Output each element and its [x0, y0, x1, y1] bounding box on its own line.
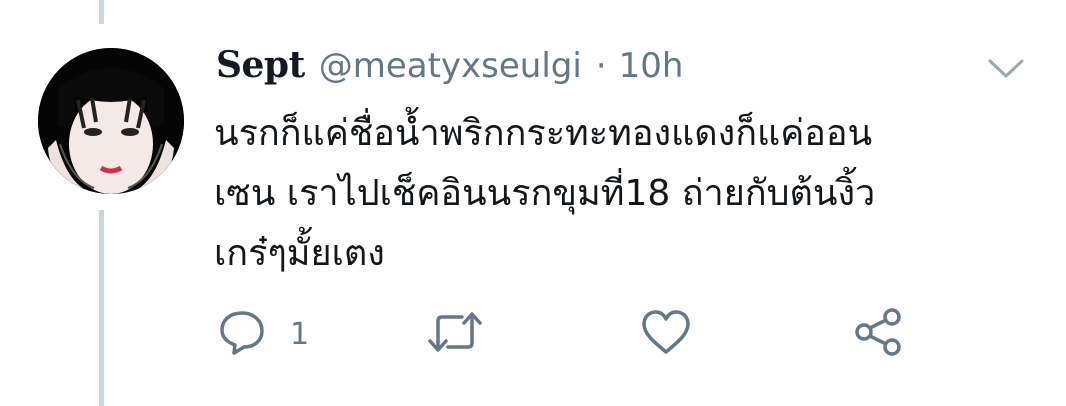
- separator-dot: ·: [595, 46, 607, 86]
- tweet-text-line: เกร๋ๆมั้ยเตง: [214, 233, 385, 274]
- like-button[interactable]: [640, 306, 692, 362]
- display-name[interactable]: Sept: [216, 44, 305, 86]
- avatar[interactable]: [38, 48, 184, 194]
- timestamp[interactable]: 10h: [619, 46, 684, 86]
- heart-icon[interactable]: [640, 308, 692, 360]
- tweet-text-line: เซน เราไปเช็คอินนรกขุมที่18 ถ่ายกับต้นงิ…: [214, 173, 876, 214]
- tweet-text: นรกก็แค่ชื่อน้ำพริกกระทะทองแดงก็แค่ออน เ…: [214, 104, 1054, 284]
- reply-icon[interactable]: [218, 309, 266, 359]
- retweet-icon[interactable]: [426, 309, 484, 359]
- user-handle[interactable]: @meatyxseulgi: [319, 46, 582, 86]
- share-button[interactable]: [852, 306, 904, 362]
- reply-count: 1: [290, 316, 310, 352]
- share-icon[interactable]: [852, 307, 904, 361]
- chevron-down-icon[interactable]: [986, 56, 1026, 82]
- thread-line-top: [99, 0, 104, 24]
- tweet-actions: 1: [0, 306, 1066, 366]
- reply-button[interactable]: 1: [218, 306, 309, 362]
- tweet-header: Sept @meatyxseulgi · 10h: [216, 44, 683, 94]
- tweet-card[interactable]: Sept @meatyxseulgi · 10h นรกก็แค่ชื่อน้ำ…: [0, 0, 1066, 406]
- tweet-text-line: นรกก็แค่ชื่อน้ำพริกกระทะทองแดงก็แค่ออน: [214, 113, 873, 154]
- retweet-button[interactable]: [426, 306, 484, 362]
